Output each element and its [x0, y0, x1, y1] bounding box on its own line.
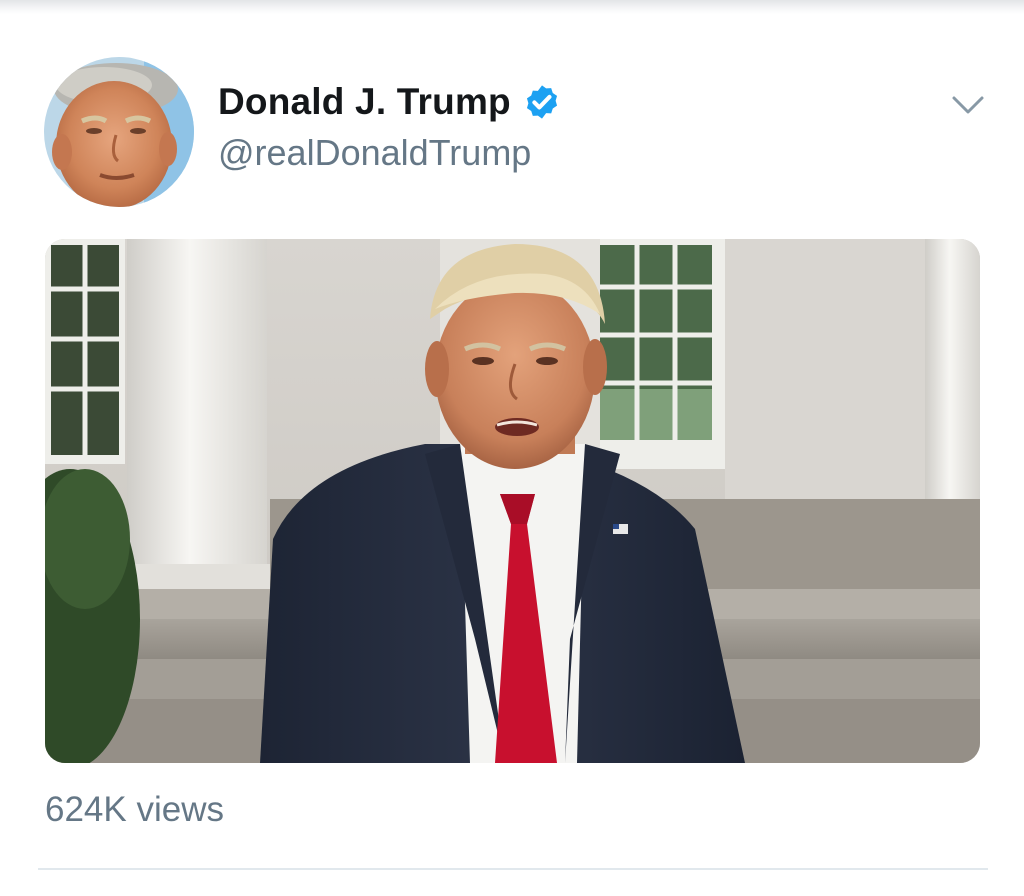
author-name-row[interactable]: Donald J. Trump — [218, 78, 561, 126]
avatar-image — [44, 57, 194, 207]
video-player[interactable] — [45, 239, 980, 763]
author-display-name[interactable]: Donald J. Trump — [218, 81, 511, 123]
view-count: 624K views — [45, 790, 224, 829]
author-handle[interactable]: @realDonaldTrump — [218, 132, 531, 174]
chevron-down-icon[interactable] — [950, 92, 986, 118]
verified-badge-icon — [523, 83, 561, 121]
tweet-page: Donald J. Trump @realDonaldTrump 624K vi… — [0, 0, 1024, 896]
avatar[interactable] — [44, 57, 194, 207]
header-shadow — [0, 0, 1024, 14]
divider — [38, 868, 988, 870]
video-frame — [45, 239, 980, 763]
